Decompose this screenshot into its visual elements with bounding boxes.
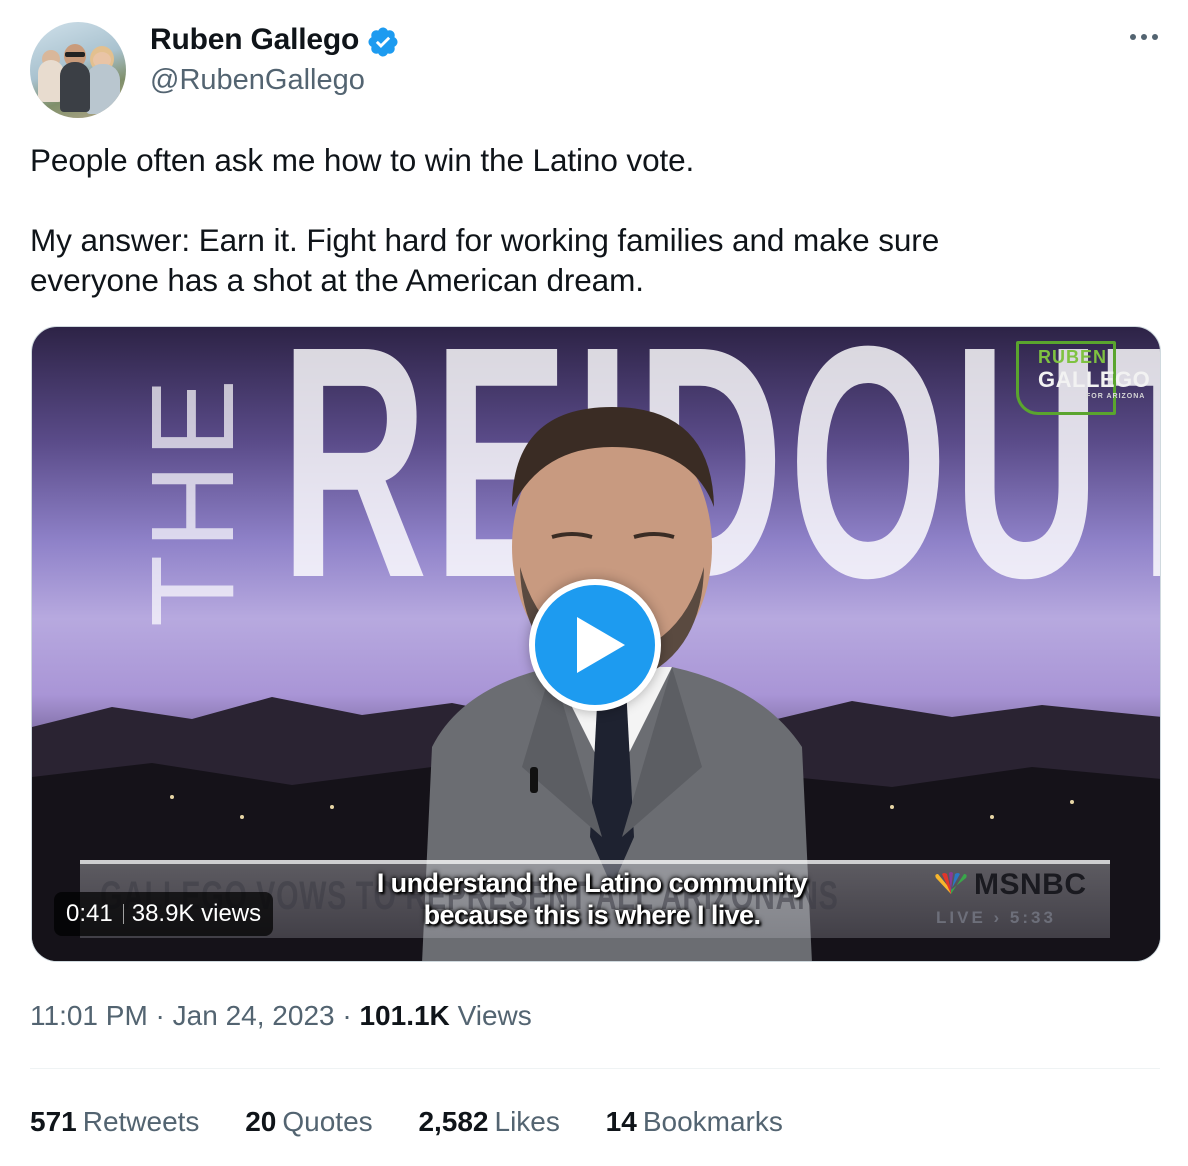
video-caption: I understand the Latino community becaus… [332, 867, 852, 931]
play-icon [577, 617, 625, 673]
video-background-prefix: THE [127, 373, 259, 627]
verified-badge-icon [368, 27, 398, 57]
author-name[interactable]: Ruben Gallego [150, 22, 359, 58]
live-indicator: LIVE › 5:33 [936, 908, 1056, 927]
stat-retweets[interactable]: 571 Retweets [30, 1104, 199, 1140]
stat-bookmarks[interactable]: 14 Bookmarks [606, 1104, 783, 1140]
caption-line-1: I understand the Latino community [376, 868, 808, 898]
video-duration-badge: 0:41 38.9K views [54, 892, 274, 936]
network-name: MSNBC [974, 868, 1087, 901]
play-button[interactable] [529, 579, 661, 711]
author-handle[interactable]: @RubenGallego [150, 62, 365, 98]
tweet-text: People often ask me how to win the Latin… [30, 140, 1150, 300]
peacock-logo-icon [935, 872, 967, 894]
more-options-icon[interactable] [1122, 22, 1166, 58]
campaign-logo: RUBEN GALLEGO FOR ARIZONA [1016, 341, 1156, 421]
stat-likes[interactable]: 2,582 Likes [418, 1104, 559, 1140]
avatar[interactable] [30, 22, 126, 118]
tweet-paragraph-1: People often ask me how to win the Latin… [30, 142, 695, 178]
stat-quotes[interactable]: 20 Quotes [245, 1104, 372, 1140]
tweet-paragraph-2-line-1: My answer: Earn it. Fight hard for worki… [30, 222, 940, 258]
video-duration: 0:41 [66, 900, 113, 927]
video-views: 38.9K views [131, 900, 262, 927]
tweet: Ruben Gallego @RubenGallego People often… [0, 0, 1188, 1166]
tweet-meta: 11:01 PM · Jan 24, 2023 · 101.1K Views [30, 1000, 532, 1031]
tweet-timestamp[interactable]: 11:01 PM · Jan 24, 2023 [30, 1000, 335, 1031]
video-player[interactable]: REIDOUT THE RUBEN GALLEGO FOR ARIZONA GA… [31, 326, 1161, 962]
divider [30, 1068, 1160, 1069]
network-bug: MSNBC LIVE › 5:33 [932, 866, 1108, 936]
caption-line-2: because this is where I live. [423, 900, 761, 930]
views-count: 101.1K [359, 1000, 450, 1031]
tweet-paragraph-2-line-2: everyone has a shot at the American drea… [30, 262, 644, 298]
engagement-stats: 571 Retweets 20 Quotes 2,582 Likes 14 Bookma… [30, 1104, 821, 1140]
views-label: Views [457, 1000, 532, 1031]
